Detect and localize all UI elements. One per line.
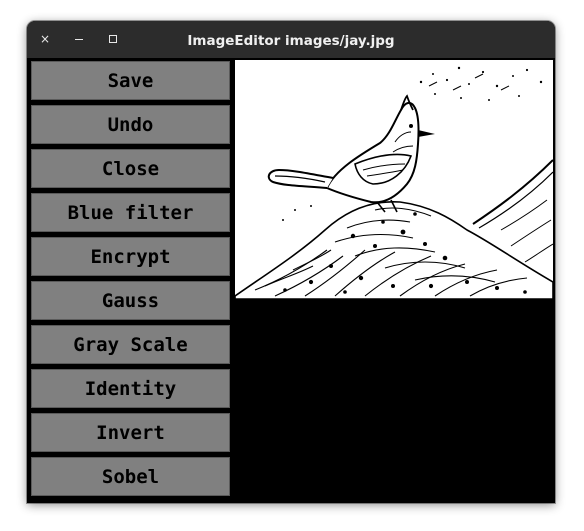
maximize-window-button[interactable] <box>104 30 122 48</box>
edited-image <box>235 60 553 299</box>
title-bar[interactable]: × ImageEditor images/jay.jpg <box>27 21 555 58</box>
save-button[interactable]: Save <box>31 61 230 100</box>
close-window-button[interactable]: × <box>36 30 54 48</box>
minimize-icon <box>75 39 83 40</box>
close-button[interactable]: Close <box>31 149 230 188</box>
image-canvas-area[interactable] <box>235 58 555 503</box>
identity-button[interactable]: Identity <box>31 369 230 408</box>
gray-scale-button[interactable]: Gray Scale <box>31 325 230 364</box>
minimize-window-button[interactable] <box>70 30 88 48</box>
main-content: Save Undo Close Blue filter Encrypt Gaus… <box>27 58 555 503</box>
encrypt-button[interactable]: Encrypt <box>31 237 230 276</box>
close-icon: × <box>39 32 51 46</box>
undo-button[interactable]: Undo <box>31 105 230 144</box>
maximize-icon <box>109 35 117 43</box>
gauss-button[interactable]: Gauss <box>31 281 230 320</box>
invert-button[interactable]: Invert <box>31 413 230 452</box>
sobel-button[interactable]: Sobel <box>31 457 230 496</box>
filter-sidebar: Save Undo Close Blue filter Encrypt Gaus… <box>27 58 235 503</box>
image-editor-window: × ImageEditor images/jay.jpg Save Undo C… <box>27 21 555 503</box>
jay-edge-image <box>235 60 553 299</box>
blue-filter-button[interactable]: Blue filter <box>31 193 230 232</box>
